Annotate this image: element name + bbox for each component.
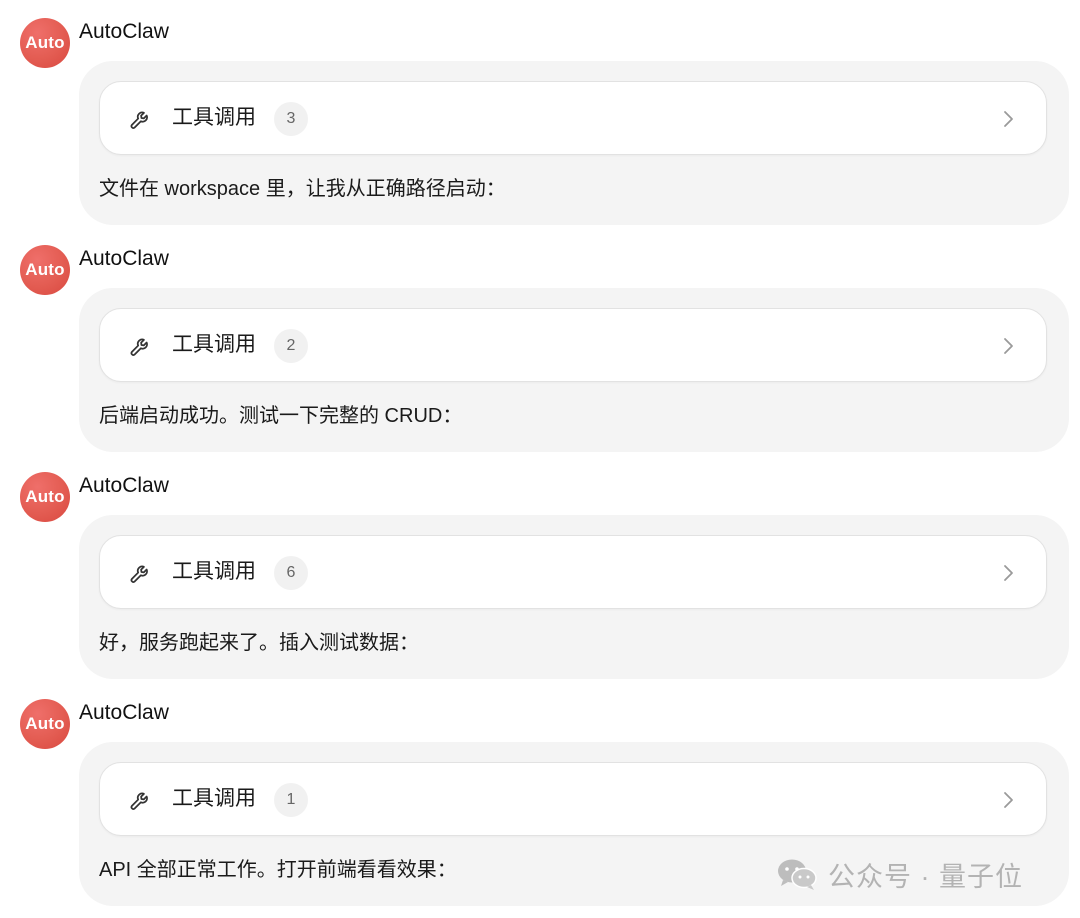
chevron-right-icon: [1004, 792, 1013, 808]
tool-call-expander[interactable]: 工具调用 6: [99, 535, 1047, 609]
message-bubble: 工具调用 6 好，服务跑起来了。插入测试数据：: [79, 515, 1069, 679]
tool-call-expander[interactable]: 工具调用 1: [99, 762, 1047, 836]
wrench-icon: [130, 111, 148, 129]
message-text: API 全部正常工作。打开前端看看效果：: [99, 859, 457, 881]
tool-call-expander[interactable]: 工具调用 2: [99, 308, 1047, 382]
tool-call-expander[interactable]: 工具调用 3: [99, 81, 1047, 155]
message-bubble: 工具调用 2 后端启动成功。测试一下完整的 CRUD：: [79, 288, 1069, 452]
message-text: 文件在 workspace 里，让我从正确路径启动：: [99, 178, 506, 200]
tool-call-count-badge: 3: [274, 102, 308, 136]
tool-call-count-badge: 6: [274, 556, 308, 590]
message-bubble: 工具调用 3 文件在 workspace 里，让我从正确路径启动：: [79, 61, 1069, 225]
avatar: Auto: [20, 472, 70, 522]
chevron-right-icon: [1004, 111, 1013, 127]
avatar: Auto: [20, 18, 70, 68]
chat-transcript: Auto AutoClaw 工具调用 3 文件在 workspace 里，让我从…: [0, 0, 1080, 918]
message-text: 后端启动成功。测试一下完整的 CRUD：: [99, 405, 463, 427]
wechat-icon: [778, 859, 817, 890]
sender-name: AutoClaw: [79, 701, 169, 724]
tool-call-count-badge: 2: [274, 329, 308, 363]
tool-call-label: 工具调用: [172, 333, 256, 356]
wrench-icon: [130, 565, 148, 583]
wrench-icon: [130, 338, 148, 356]
wrench-icon: [130, 792, 148, 810]
tool-call-label: 工具调用: [172, 560, 256, 583]
chevron-right-icon: [1004, 338, 1013, 354]
tool-call-count-badge: 1: [274, 783, 308, 817]
avatar: Auto: [20, 699, 70, 749]
avatar: Auto: [20, 245, 70, 295]
watermark: 公众号 · 量子位: [776, 854, 1023, 894]
tool-call-label: 工具调用: [172, 787, 256, 810]
chevron-right-icon: [1004, 565, 1013, 581]
message-text: 好，服务跑起来了。插入测试数据：: [99, 632, 419, 654]
tool-call-label: 工具调用: [172, 106, 256, 129]
watermark-text: 公众号 · 量子位: [828, 861, 1023, 892]
sender-name: AutoClaw: [79, 247, 169, 270]
sender-name: AutoClaw: [79, 474, 169, 497]
sender-name: AutoClaw: [79, 20, 169, 43]
